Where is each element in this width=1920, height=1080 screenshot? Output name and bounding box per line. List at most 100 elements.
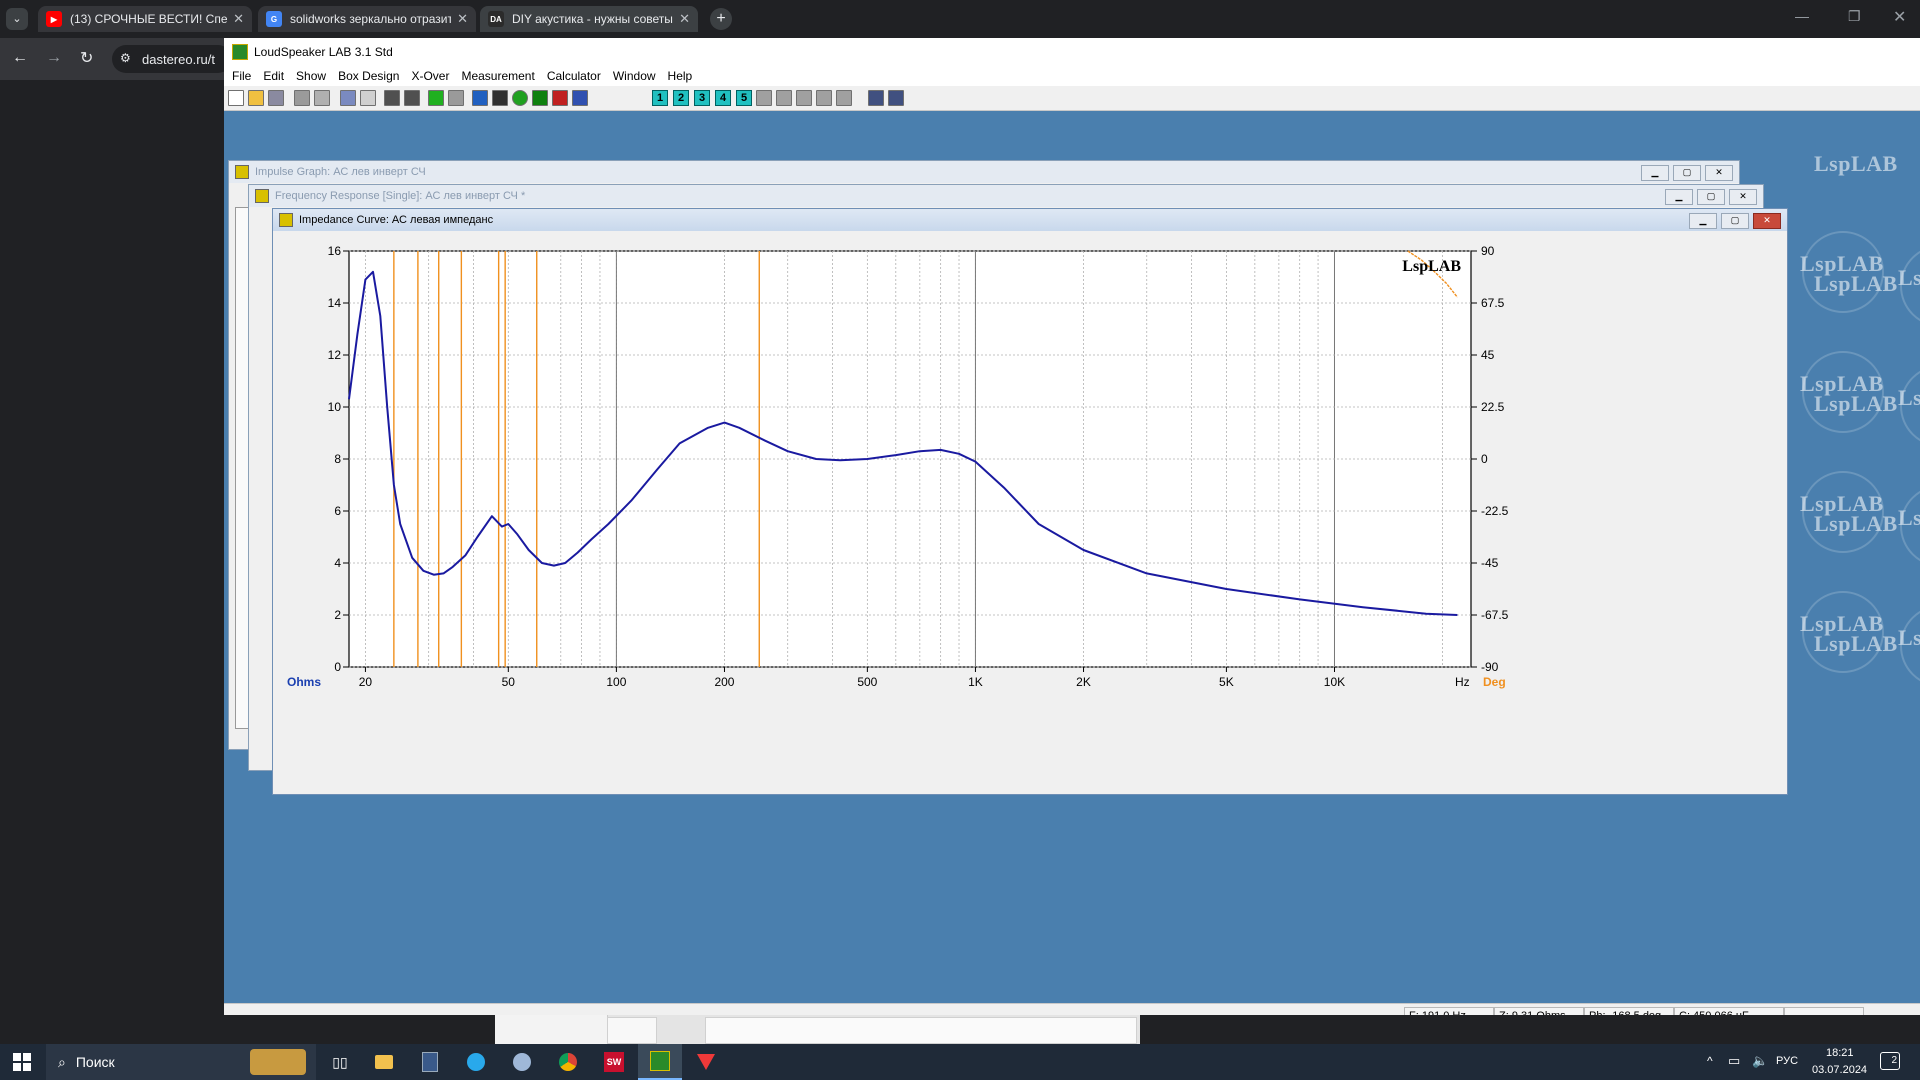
volume-icon[interactable]: 🔈 xyxy=(1752,1053,1768,1069)
impulse-title-bar[interactable]: Impulse Graph: АС лев инверт СЧ xyxy=(229,161,1739,183)
site-info-icon[interactable]: ⚙ xyxy=(120,51,131,65)
status-impedance: Z: 9.31 Ohms xyxy=(1494,1007,1584,1015)
solidworks-icon[interactable]: SW xyxy=(592,1044,636,1080)
loudspeaker-lab-taskbar-icon[interactable] xyxy=(638,1044,682,1080)
menu-file[interactable]: File xyxy=(232,69,251,83)
back-icon[interactable]: ← xyxy=(12,49,28,67)
blue-v-icon[interactable] xyxy=(572,90,588,106)
deg-unit-label: Deg xyxy=(1483,675,1506,689)
tile-horizontal-icon[interactable] xyxy=(868,90,884,106)
tab-close-icon[interactable]: ✕ xyxy=(457,11,468,27)
browser-tab-1[interactable]: ▶ (13) СРОЧНЫЕ ВЕСТИ! Спецпр ✕ xyxy=(38,6,252,32)
taskbar-search[interactable]: ⌕ Поиск xyxy=(46,1044,316,1080)
notification-icon[interactable]: 2 xyxy=(1880,1052,1900,1070)
close-button[interactable]: ✕ xyxy=(1729,189,1757,205)
minimize-icon[interactable]: — xyxy=(1795,8,1809,24)
menu-show[interactable]: Show xyxy=(296,69,326,83)
tools-icon[interactable] xyxy=(384,90,400,106)
y-tick-label: 10 xyxy=(328,400,342,414)
green-square-icon[interactable] xyxy=(532,90,548,106)
watermark-text: LspLAB xyxy=(1814,511,1898,536)
tab-close-icon[interactable]: ✕ xyxy=(679,11,690,27)
tab-title: solidworks зеркально отразит xyxy=(290,12,452,26)
maximize-button[interactable]: ▢ xyxy=(1721,213,1749,229)
watermark-text: LspLAB xyxy=(1898,265,1920,290)
window-thumbnail-strip[interactable] xyxy=(495,1015,1140,1044)
save-icon[interactable] xyxy=(268,90,284,106)
maximize-button[interactable]: ▢ xyxy=(1673,165,1701,181)
green-circle-icon[interactable] xyxy=(512,90,528,106)
x-tick-label: 10K xyxy=(1324,675,1345,689)
menu-edit[interactable]: Edit xyxy=(263,69,284,83)
tray-chevron-icon[interactable]: ^ xyxy=(1707,1054,1713,1068)
impedance-curve-window[interactable]: Impedance Curve: АС левая импеданс ▁ ▢ ✕… xyxy=(272,208,1788,795)
clock-date[interactable]: 03.07.2024 xyxy=(1812,1064,1867,1076)
steam-icon[interactable] xyxy=(500,1044,544,1080)
telegram-icon[interactable] xyxy=(454,1044,498,1080)
preset-1-button[interactable]: 1 xyxy=(652,90,668,106)
tab-search-button[interactable]: ⌄ xyxy=(6,8,28,30)
freq-title-bar[interactable]: Frequency Response [Single]: АС лев инве… xyxy=(249,185,1763,207)
tab-close-icon[interactable]: ✕ xyxy=(233,11,244,27)
google-icon: G xyxy=(266,11,282,27)
preset-4-button[interactable]: 4 xyxy=(715,90,731,106)
menu-help[interactable]: Help xyxy=(668,69,693,83)
adjust-icon[interactable] xyxy=(404,90,420,106)
print-preview-icon[interactable] xyxy=(314,90,330,106)
minimize-button[interactable]: ▁ xyxy=(1689,213,1717,229)
impedance-chart[interactable]: 0 2 4 6 8 10 12 14 16 -90 -67.5 -45 -22.5 0 22.5 45 67.5… xyxy=(279,235,1781,791)
red-icon[interactable] xyxy=(552,90,568,106)
play-icon[interactable] xyxy=(428,90,444,106)
grey-2-icon[interactable] xyxy=(776,90,792,106)
calculator-icon[interactable] xyxy=(408,1044,452,1080)
stop-icon[interactable] xyxy=(448,90,464,106)
menu-measurement[interactable]: Measurement xyxy=(461,69,534,83)
fs-icon[interactable] xyxy=(492,90,508,106)
grey-4-icon[interactable] xyxy=(816,90,832,106)
language-indicator[interactable]: РУС xyxy=(1776,1055,1798,1067)
start-icon[interactable] xyxy=(0,1044,44,1080)
impedance-title-bar[interactable]: Impedance Curve: АС левая импеданс xyxy=(273,209,1787,231)
impedance-window-controls: ▁ ▢ ✕ xyxy=(1689,213,1781,229)
close-icon[interactable]: ✕ xyxy=(1893,7,1906,27)
restore-icon[interactable]: ❐ xyxy=(1848,8,1861,25)
task-view-icon[interactable]: ▯▯ xyxy=(318,1044,362,1080)
network-icon[interactable]: ▭ xyxy=(1728,1053,1740,1069)
copy-icon[interactable] xyxy=(340,90,356,106)
impedance-window-title: Impedance Curve: АС левая импеданс xyxy=(299,214,494,226)
grey-5-icon[interactable] xyxy=(836,90,852,106)
new-file-icon[interactable] xyxy=(228,90,244,106)
windows-logo-icon xyxy=(13,1053,31,1071)
tile-vertical-icon[interactable] xyxy=(888,90,904,106)
preset-2-button[interactable]: 2 xyxy=(673,90,689,106)
undo-icon[interactable] xyxy=(360,90,376,106)
grey-3-icon[interactable] xyxy=(796,90,812,106)
open-icon[interactable] xyxy=(248,90,264,106)
preset-5-button[interactable]: 5 xyxy=(736,90,752,106)
browser-tab-2[interactable]: Gsolidworks зеркально отразит ✕ xyxy=(258,6,476,32)
minimize-button[interactable]: ▁ xyxy=(1641,165,1669,181)
new-tab-button[interactable]: + xyxy=(710,8,732,30)
preset-3-button[interactable]: 3 xyxy=(694,90,710,106)
deg-tick-label: -90 xyxy=(1481,660,1499,674)
menu-window[interactable]: Window xyxy=(613,69,656,83)
minimize-button[interactable]: ▁ xyxy=(1665,189,1693,205)
browser-tab-3[interactable]: DA DIY акустика - нужны советы ✕ xyxy=(480,6,698,32)
vivaldi-icon[interactable] xyxy=(684,1044,728,1080)
maximize-button[interactable]: ▢ xyxy=(1697,189,1725,205)
menu-box-design[interactable]: Box Design xyxy=(338,69,399,83)
forward-icon[interactable]: → xyxy=(46,49,62,67)
reload-icon[interactable]: ↻ xyxy=(80,48,93,68)
clock-time[interactable]: 18:21 xyxy=(1826,1047,1854,1059)
analyzer-icon[interactable] xyxy=(472,90,488,106)
menu-calculator[interactable]: Calculator xyxy=(547,69,601,83)
chrome-icon[interactable] xyxy=(546,1044,590,1080)
address-bar[interactable]: ⚙ dastereo.ru/t xyxy=(112,45,232,73)
grey-1-icon[interactable] xyxy=(756,90,772,106)
close-button[interactable]: ✕ xyxy=(1753,213,1781,229)
close-button[interactable]: ✕ xyxy=(1705,165,1733,181)
menu-x-over[interactable]: X-Over xyxy=(411,69,449,83)
file-explorer-icon[interactable] xyxy=(362,1044,406,1080)
print-icon[interactable] xyxy=(294,90,310,106)
deg-tick-label: 45 xyxy=(1481,348,1495,362)
